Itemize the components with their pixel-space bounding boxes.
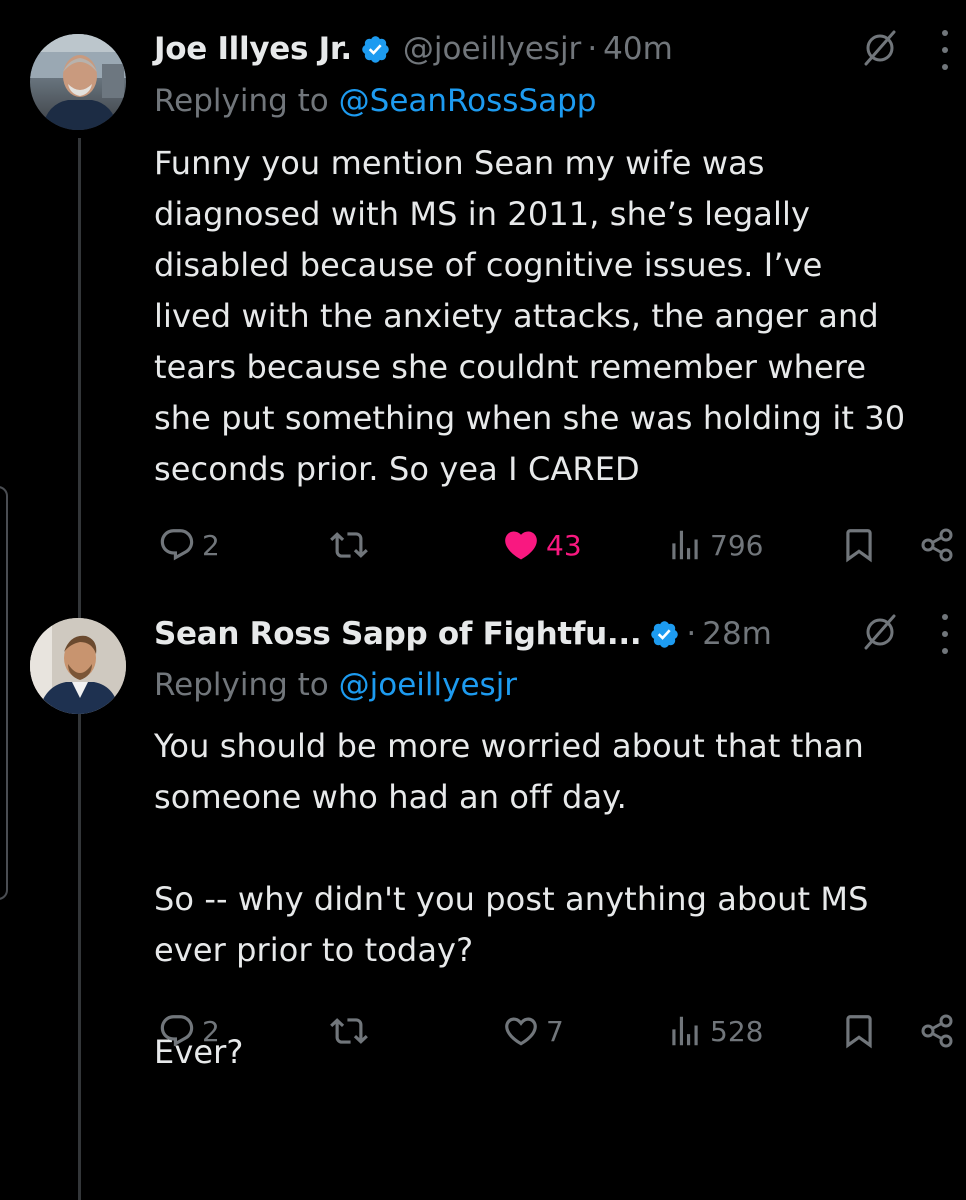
views-icon [666, 1012, 704, 1050]
views-count: 796 [710, 528, 764, 562]
replying-to: Replying to @SeanRossSapp [154, 83, 596, 119]
like-button[interactable]: 7 [502, 1001, 564, 1061]
tweet-header: Sean Ross Sapp of Fightfu... · 28m [154, 607, 772, 661]
repost-button[interactable] [330, 1001, 368, 1061]
reply-button[interactable]: 2 [158, 1001, 220, 1061]
replying-to: Replying to @joeillyesjr [154, 667, 517, 703]
reply-count: 2 [202, 528, 220, 562]
bookmark-icon [840, 1012, 878, 1050]
tweet[interactable]: Joe Illyes Jr. @joeillyesjr · 40m Replyi… [0, 0, 966, 600]
tweet-text: Funny you mention Sean my wife was diagn… [154, 144, 906, 488]
tweet[interactable]: Sean Ross Sapp of Fightfu... · 28m Reply… [0, 600, 966, 1200]
conversation-thread: Joe Illyes Jr. @joeillyesjr · 40m Replyi… [0, 0, 966, 1200]
author-name[interactable]: Joe Illyes Jr. [154, 31, 352, 67]
tweet-actions: 2 7 528 [0, 1001, 966, 1061]
avatar[interactable] [30, 34, 126, 130]
share-button[interactable] [918, 1001, 958, 1061]
separator-dot: · [587, 31, 598, 67]
author-handle[interactable]: @joeillyesjr [403, 31, 581, 67]
views-icon [666, 526, 704, 564]
bookmark-icon [840, 526, 878, 564]
tweet-actions: 2 43 796 [0, 515, 966, 575]
views-button[interactable]: 528 [666, 1001, 763, 1061]
avatar[interactable] [30, 618, 126, 714]
replying-to-label: Replying to [154, 83, 329, 119]
reply-icon [158, 1012, 196, 1050]
reply-button[interactable]: 2 [158, 515, 220, 575]
repost-icon [330, 526, 368, 564]
views-button[interactable]: 796 [666, 515, 763, 575]
reply-count: 2 [202, 1014, 220, 1048]
tweet-header: Joe Illyes Jr. @joeillyesjr · 40m [154, 22, 673, 76]
replying-to-label: Replying to [154, 667, 329, 703]
like-button[interactable]: 43 [502, 515, 582, 575]
like-icon [502, 1012, 540, 1050]
grok-icon[interactable] [860, 612, 900, 652]
timestamp[interactable]: 40m [603, 31, 673, 67]
like-count: 7 [546, 1014, 564, 1048]
repost-icon [330, 1012, 368, 1050]
like-count: 43 [546, 528, 582, 562]
reply-icon [158, 526, 196, 564]
views-count: 528 [710, 1014, 764, 1048]
verified-badge-icon [360, 34, 391, 65]
more-icon[interactable] [940, 30, 950, 70]
author-name[interactable]: Sean Ross Sapp of Fightfu... [154, 616, 642, 652]
verified-badge-icon [649, 619, 680, 650]
more-icon[interactable] [940, 614, 950, 654]
bookmark-button[interactable] [840, 1001, 878, 1061]
share-button[interactable] [918, 515, 958, 575]
timestamp[interactable]: 28m [702, 616, 772, 652]
bookmark-button[interactable] [840, 515, 878, 575]
replying-to-mention[interactable]: @joeillyesjr [339, 667, 517, 703]
share-icon [918, 1011, 958, 1051]
repost-button[interactable] [330, 515, 368, 575]
like-icon [502, 526, 540, 564]
grok-icon[interactable] [860, 28, 900, 68]
separator-dot: · [686, 616, 697, 652]
share-icon [918, 525, 958, 565]
replying-to-mention[interactable]: @SeanRossSapp [339, 83, 597, 119]
